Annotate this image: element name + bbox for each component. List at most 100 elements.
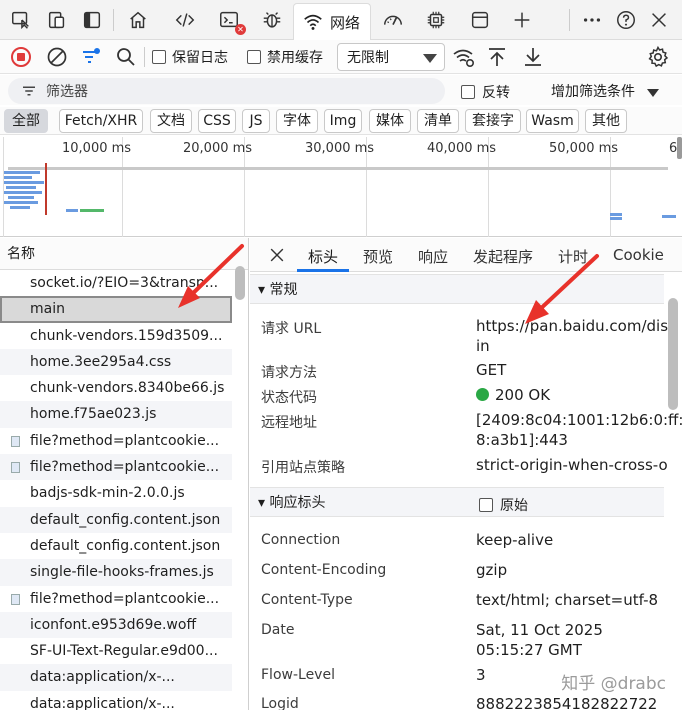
raw-headers-box[interactable] bbox=[479, 498, 493, 512]
help-icon[interactable] bbox=[612, 6, 640, 34]
request-url-key: 请求 URL bbox=[261, 321, 322, 337]
chip-wasm[interactable]: Wasm bbox=[526, 109, 579, 133]
chip-fetch-xhr[interactable]: Fetch/XHR bbox=[59, 109, 143, 133]
devtools-tab-bar: ✕ 网络 bbox=[0, 0, 682, 40]
filter-input[interactable]: 筛选器 bbox=[8, 78, 445, 104]
overview-scroll-handle[interactable] bbox=[677, 137, 682, 159]
request-row[interactable]: file?method=plantcookie... bbox=[0, 586, 232, 612]
chip-media[interactable]: 媒体 bbox=[369, 109, 411, 133]
preserve-log-box[interactable] bbox=[152, 50, 166, 64]
raw-headers-checkbox[interactable]: 原始 bbox=[479, 495, 528, 515]
request-row[interactable]: home.f75ae023.js bbox=[0, 401, 232, 428]
disable-cache-label: 禁用缓存 bbox=[267, 50, 323, 66]
export-har-button[interactable] bbox=[521, 45, 545, 69]
request-row[interactable]: default_config.content.json bbox=[0, 506, 232, 533]
overview-tick-label: 20,000 ms bbox=[183, 141, 253, 156]
status-ok-dot-icon bbox=[476, 388, 489, 401]
request-row[interactable]: file?method=plantcookie... bbox=[0, 454, 232, 481]
close-icon[interactable] bbox=[267, 245, 287, 265]
tab-cookies[interactable]: Cookie bbox=[613, 246, 664, 264]
request-row[interactable]: default_config.content.json bbox=[0, 533, 232, 559]
preserve-log-checkbox[interactable]: 保留日志 bbox=[152, 45, 228, 69]
request-row[interactable]: badjs-sdk-min-2.0.0.js bbox=[0, 480, 232, 506]
request-row[interactable]: chunk-vendors.8340be66.js bbox=[0, 375, 232, 401]
chip-doc[interactable]: 文档 bbox=[150, 109, 192, 133]
timeline-overview[interactable]: 10,000 ms 20,000 ms 30,000 ms 40,000 ms … bbox=[0, 137, 682, 237]
chip-manifest[interactable]: 清单 bbox=[417, 109, 459, 133]
disable-cache-box[interactable] bbox=[247, 50, 261, 64]
filter-icon bbox=[23, 86, 35, 96]
header-connection-key: Connection bbox=[261, 532, 341, 548]
general-section-title: 常规 bbox=[269, 282, 298, 298]
annotation-arrow-icon bbox=[178, 244, 244, 308]
throttling-select[interactable]: 无限制 bbox=[337, 43, 445, 71]
more-options-icon[interactable] bbox=[578, 6, 606, 34]
raw-headers-label: 原始 bbox=[500, 498, 528, 514]
overview-bar bbox=[662, 215, 676, 218]
request-row[interactable]: chunk-vendors.159d3509... bbox=[0, 323, 232, 349]
request-row[interactable]: iconfont.e953d69e.woff bbox=[0, 611, 232, 639]
add-filter-label: 增加筛选条件 bbox=[551, 84, 635, 100]
request-row[interactable]: data:application/x-... bbox=[0, 664, 232, 691]
response-headers-title: 响应标头 bbox=[269, 495, 326, 511]
overview-bar bbox=[4, 191, 42, 194]
sources-bug-icon[interactable] bbox=[258, 6, 286, 34]
invert-box[interactable] bbox=[461, 85, 475, 99]
welcome-home-icon[interactable] bbox=[124, 6, 152, 34]
triangle-down-icon: ▾ bbox=[258, 495, 266, 511]
detail-scrollbar[interactable] bbox=[668, 298, 678, 410]
header-date-key: Date bbox=[261, 622, 295, 638]
request-row[interactable]: data:application/x-... bbox=[0, 691, 232, 710]
invert-label: 反转 bbox=[482, 85, 510, 101]
filter-placeholder: 筛选器 bbox=[46, 84, 88, 100]
chip-all[interactable]: 全部 bbox=[4, 109, 48, 133]
search-button[interactable] bbox=[114, 45, 138, 69]
clear-circle-slash-icon bbox=[47, 47, 67, 67]
filter-toggle-button[interactable] bbox=[79, 45, 103, 69]
import-har-button[interactable] bbox=[485, 45, 509, 69]
request-row[interactable]: file?method=plantcookie... bbox=[0, 428, 232, 454]
overview-long-request-bar bbox=[8, 167, 668, 170]
device-toolbar-icon[interactable] bbox=[43, 6, 71, 34]
add-tool-plus-icon[interactable] bbox=[508, 6, 536, 34]
memory-chip-icon[interactable] bbox=[422, 6, 450, 34]
tab-preview[interactable]: 预览 bbox=[363, 246, 393, 267]
request-row[interactable]: SF-UI-Text-Regular.e9d00... bbox=[0, 638, 232, 664]
gear-icon bbox=[648, 45, 669, 68]
request-row[interactable]: single-file-hooks-frames.js bbox=[0, 559, 232, 586]
chip-websocket[interactable]: 套接字 bbox=[465, 109, 521, 133]
throttling-value: 无限制 bbox=[347, 50, 389, 66]
elements-code-icon[interactable] bbox=[171, 6, 199, 34]
disable-cache-checkbox[interactable]: 禁用缓存 bbox=[247, 45, 323, 69]
chip-img[interactable]: Img bbox=[324, 109, 362, 133]
overview-bar bbox=[610, 213, 622, 216]
record-button[interactable] bbox=[9, 45, 33, 69]
status-code-value: 200 OK bbox=[476, 386, 550, 404]
chevron-down-icon bbox=[423, 54, 437, 63]
overview-bar bbox=[4, 176, 32, 179]
performance-gauge-icon[interactable] bbox=[379, 6, 407, 34]
response-headers-section-header[interactable]: ▾ 响应标头 bbox=[250, 487, 664, 517]
chip-js[interactable]: JS bbox=[242, 109, 270, 133]
sidebar-toggle-icon[interactable] bbox=[78, 6, 106, 34]
inspect-element-icon[interactable] bbox=[7, 6, 35, 34]
application-window-icon[interactable] bbox=[466, 6, 494, 34]
network-settings-button[interactable] bbox=[646, 45, 670, 69]
request-row[interactable]: home.3ee295a4.css bbox=[0, 348, 232, 376]
clear-button[interactable] bbox=[45, 45, 69, 69]
chip-other[interactable]: 其他 bbox=[585, 109, 627, 133]
wifi-settings-icon bbox=[453, 49, 475, 68]
close-devtools-icon[interactable] bbox=[645, 6, 673, 34]
chip-css[interactable]: CSS bbox=[198, 109, 236, 133]
tab-headers[interactable]: 标头 bbox=[308, 246, 338, 267]
network-conditions-button[interactable] bbox=[452, 45, 476, 69]
add-filter-button[interactable]: 增加筛选条件 bbox=[551, 81, 659, 101]
tab-network[interactable]: 网络 bbox=[293, 3, 371, 40]
chip-font[interactable]: 字体 bbox=[276, 109, 318, 133]
invert-checkbox[interactable]: 反转 bbox=[461, 82, 510, 102]
request-detail-pane: 标头 预览 响应 发起程序 计时 Cookie ▾ 常规 请求 URL http… bbox=[250, 238, 682, 710]
request-method-key: 请求方法 bbox=[261, 365, 317, 381]
status-code-text: 200 OK bbox=[495, 386, 551, 404]
header-flow-level-value: 3 bbox=[476, 666, 486, 684]
tab-response[interactable]: 响应 bbox=[418, 246, 448, 267]
